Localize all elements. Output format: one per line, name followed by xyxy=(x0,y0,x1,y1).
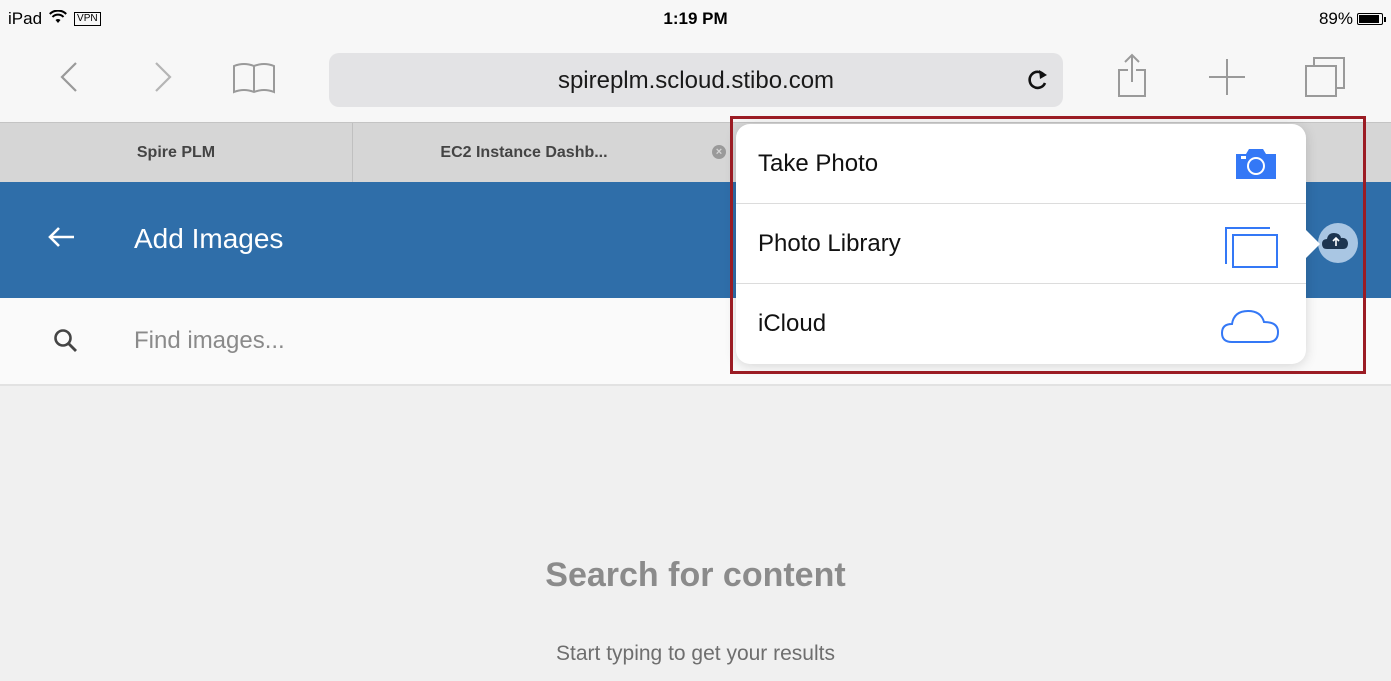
battery-icon xyxy=(1357,13,1386,25)
back-arrow-icon[interactable] xyxy=(44,220,78,259)
status-bar: iPad VPN 1:19 PM 89% xyxy=(0,0,1391,40)
icloud-option[interactable]: iCloud xyxy=(736,284,1306,364)
status-time: 1:19 PM xyxy=(663,9,728,28)
tabs-icon[interactable] xyxy=(1300,50,1350,109)
photo-library-icon xyxy=(1224,226,1280,275)
option-label: Take Photo xyxy=(758,150,879,177)
empty-state-title: Search for content xyxy=(545,556,846,594)
popover-arrow xyxy=(1304,228,1320,260)
share-icon[interactable] xyxy=(1114,50,1150,109)
camera-icon xyxy=(1232,146,1280,187)
option-label: iCloud xyxy=(758,310,827,337)
url-text[interactable]: spireplm.scloud.stibo.com xyxy=(329,67,1063,95)
forward-arrow-icon[interactable] xyxy=(150,50,176,109)
tab-ec2-dashboard[interactable]: EC2 Instance Dashb... xyxy=(353,123,695,183)
status-right: 89% xyxy=(1318,9,1386,29)
search-icon xyxy=(53,328,79,359)
image-source-popover: Take Photo Photo Library iCloud xyxy=(736,124,1320,364)
tab-spire-plm[interactable]: Spire PLM xyxy=(0,123,353,183)
tab-label: Spire PLM xyxy=(136,144,216,161)
icloud-icon xyxy=(1220,306,1280,351)
take-photo-option[interactable]: Take Photo xyxy=(736,124,1306,204)
reload-icon[interactable] xyxy=(1025,64,1049,99)
tab-close-icon[interactable]: × xyxy=(712,145,726,159)
option-label: Photo Library xyxy=(758,230,901,257)
bookmarks-icon[interactable] xyxy=(228,50,280,109)
photo-library-option[interactable]: Photo Library xyxy=(736,204,1306,284)
search-input[interactable] xyxy=(134,322,694,360)
empty-state-subtitle: Start typing to get your results xyxy=(556,642,835,665)
tab-label: EC2 Instance Dashb... xyxy=(440,144,608,161)
new-tab-icon[interactable] xyxy=(1204,50,1250,109)
battery-percent: 89% xyxy=(1318,9,1353,28)
page-title: Add Images xyxy=(134,223,284,254)
browser-toolbar: spireplm.scloud.stibo.com xyxy=(0,40,1391,122)
back-arrow-icon[interactable] xyxy=(56,50,82,109)
address-bar[interactable]: spireplm.scloud.stibo.com xyxy=(329,53,1063,107)
